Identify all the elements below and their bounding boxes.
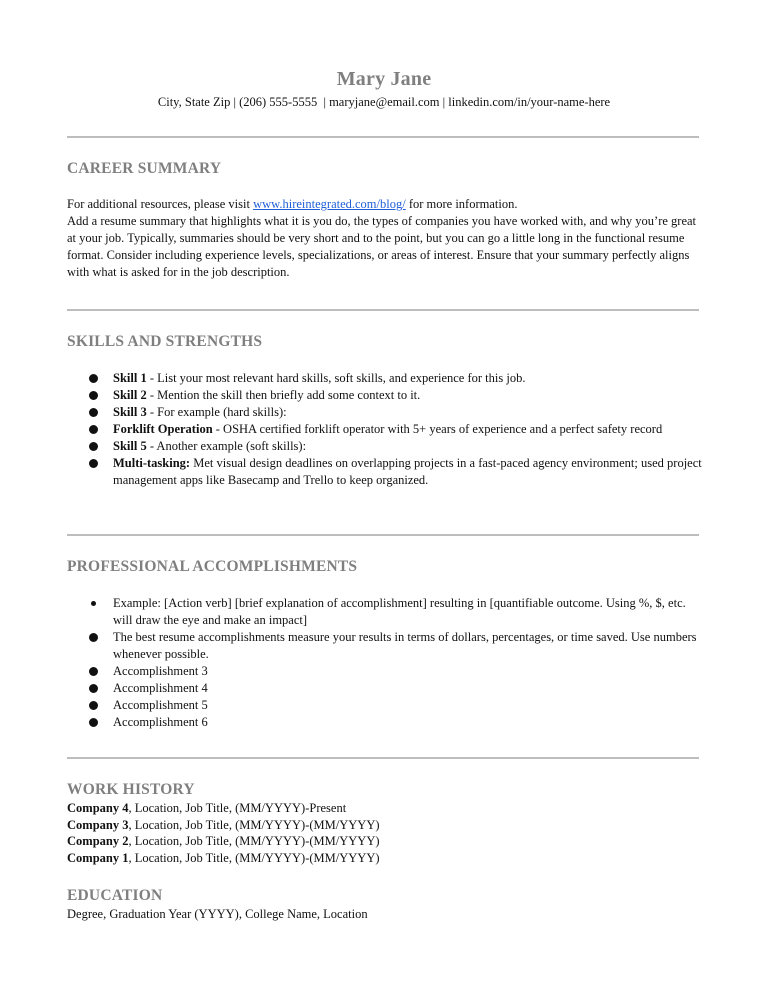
skill-text: - Another example (soft skills):: [146, 439, 307, 453]
bullet-icon: [89, 408, 98, 417]
bullet-icon: [89, 701, 98, 710]
list-item: Skill 2 - Mention the skill then briefly…: [67, 387, 707, 404]
resources-line: For additional resources, please visit w…: [67, 196, 707, 213]
list-item: Skill 1 - List your most relevant hard s…: [67, 370, 707, 387]
career-summary-heading: CAREER SUMMARY: [67, 160, 222, 177]
company-name: Company 3: [67, 817, 129, 832]
company-name: Company 4: [67, 801, 129, 815]
work-entry: Company 3, Location, Job Title, (MM/YYYY…: [67, 817, 380, 834]
list-item: Accomplishment 3: [67, 663, 707, 680]
candidate-name: Mary Jane: [336, 68, 432, 90]
skill-text: Met visual design deadlines on overlappi…: [113, 456, 702, 487]
divider: [67, 534, 699, 536]
bullet-icon: [91, 601, 96, 606]
list-item: Skill 3 - For example (hard skills):: [67, 404, 707, 421]
list-item: Multi-tasking: Met visual design deadlin…: [67, 455, 707, 489]
skill-label: Skill 5: [113, 439, 147, 453]
resume-page: Mary Jane City, State Zip | (206) 555-55…: [0, 0, 768, 993]
work-history-heading: WORK HISTORY: [67, 781, 195, 798]
summary-paragraph: Add a resume summary that highlights wha…: [67, 214, 697, 279]
list-item: Accomplishment 4: [67, 680, 707, 697]
work-history-list: Company 4, Location, Job Title, (MM/YYYY…: [67, 800, 380, 866]
bullet-icon: [89, 425, 98, 434]
skill-text: - List your most relevant hard skills, s…: [146, 371, 526, 385]
list-item: Example: [Action verb] [brief explanatio…: [67, 595, 707, 629]
contact-line: City, State Zip | (206) 555-5555 | maryj…: [157, 95, 611, 109]
bullet-icon: [89, 684, 98, 693]
skills-list: Skill 1 - List your most relevant hard s…: [67, 370, 707, 489]
list-item: Accomplishment 5: [67, 697, 707, 714]
skills-heading: SKILLS AND STRENGTHS: [67, 333, 263, 350]
divider: [67, 136, 699, 138]
work-details: , Location, Job Title, (MM/YYYY)-Present: [128, 801, 347, 815]
skill-label: Skill 1: [113, 371, 147, 385]
education-entry: Degree, Graduation Year (YYYY), College …: [67, 907, 368, 921]
work-details: , Location, Job Title, (MM/YYYY)-(MM/YYY…: [128, 817, 380, 832]
bullet-icon: [89, 374, 98, 383]
accomplishments-heading: PROFESSIONAL ACCOMPLISHMENTS: [67, 558, 358, 575]
bullet-icon: [89, 633, 98, 642]
accomplishment-text: The best resume accomplishments measure …: [113, 630, 697, 661]
accomplishment-text: Accomplishment 6: [113, 715, 208, 729]
accomplishment-text: Example: [Action verb] [brief explanatio…: [113, 596, 686, 627]
education-heading: EDUCATION: [67, 887, 163, 904]
bullet-icon: [89, 459, 98, 468]
accomplishment-text: Accomplishment 4: [113, 681, 208, 695]
skill-label: Skill 2: [113, 388, 147, 402]
work-entry: Company 2, Location, Job Title, (MM/YYYY…: [67, 833, 380, 850]
resources-prefix: For additional resources, please visit: [67, 197, 254, 211]
list-item: Accomplishment 6: [67, 714, 707, 731]
skill-text: - Mention the skill then briefly add som…: [146, 388, 421, 402]
bullet-icon: [89, 718, 98, 727]
divider: [67, 309, 699, 311]
bullet-icon: [89, 391, 98, 400]
skill-label: Forklift Operation: [113, 422, 213, 436]
accomplishment-text: Accomplishment 3: [113, 664, 208, 678]
accomplishment-text: Accomplishment 5: [113, 698, 208, 712]
blog-link[interactable]: www.hireintegrated.com/blog/: [253, 197, 406, 211]
list-item: Forklift Operation - OSHA certified fork…: [67, 421, 707, 438]
company-name: Company 1: [67, 850, 129, 865]
work-details: , Location, Job Title, (MM/YYYY)-(MM/YYY…: [128, 834, 380, 848]
accomplishments-list: Example: [Action verb] [brief explanatio…: [67, 595, 707, 731]
work-details: , Location, Job Title, (MM/YYYY)-(MM/YYY…: [128, 850, 380, 865]
bullet-icon: [89, 667, 98, 676]
work-entry: Company 4, Location, Job Title, (MM/YYYY…: [67, 800, 380, 817]
career-summary-text: For additional resources, please visit w…: [67, 196, 707, 281]
list-item: Skill 5 - Another example (soft skills):: [67, 438, 707, 455]
skill-label: Multi-tasking:: [113, 456, 191, 470]
skill-text: - OSHA certified forklift operator with …: [212, 422, 663, 436]
company-name: Company 2: [67, 834, 129, 848]
work-entry: Company 1, Location, Job Title, (MM/YYYY…: [67, 850, 380, 867]
skill-label: Skill 3: [113, 405, 147, 419]
skill-text: - For example (hard skills):: [146, 405, 287, 419]
resources-suffix: for more information.: [405, 197, 518, 211]
divider: [67, 757, 699, 759]
bullet-icon: [89, 442, 98, 451]
list-item: The best resume accomplishments measure …: [67, 629, 707, 663]
